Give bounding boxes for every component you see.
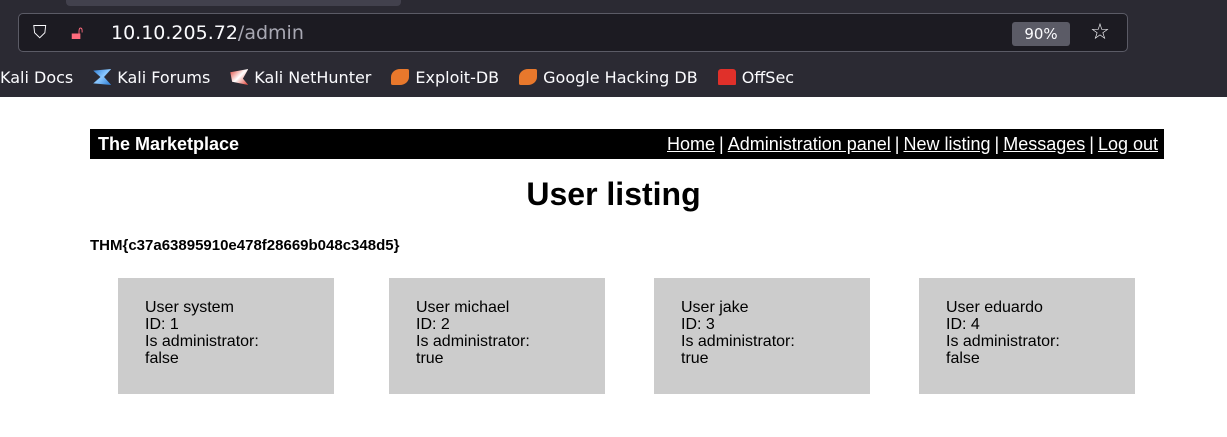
address-bar[interactable]: ⛉ 🔓︎ 10.10.205.72/admin 90% ☆ bbox=[18, 13, 1128, 52]
nav-messages-link[interactable]: Messages bbox=[1003, 134, 1085, 154]
user-id: ID: 2 bbox=[416, 316, 450, 333]
site-title: The Marketplace bbox=[98, 133, 240, 154]
nav-new-listing-link[interactable]: New listing bbox=[903, 134, 990, 154]
user-card: User eduardo ID: 4 Is administrator: fal… bbox=[919, 278, 1135, 394]
nav-logout-link[interactable]: Log out bbox=[1098, 134, 1158, 154]
bookmark-kali-docs[interactable]: Kali Docs bbox=[0, 68, 73, 87]
exploit-db-icon bbox=[391, 69, 410, 85]
site-nav: Home | Administration panel | New listing | Me… bbox=[667, 134, 1158, 155]
shield-icon[interactable]: ⛉ bbox=[33, 22, 53, 44]
flag-text: THM{c37a63895910e478f28669b048c348d5} bbox=[90, 237, 400, 254]
user-admin-label: Is administrator: bbox=[145, 333, 259, 350]
user-card: User jake ID: 3 Is administrator: true bbox=[654, 278, 870, 394]
active-tab[interactable] bbox=[66, 0, 401, 6]
user-name: User michael bbox=[416, 299, 510, 316]
nav-separator: | bbox=[894, 133, 900, 154]
user-admin-value: true bbox=[416, 350, 444, 367]
user-card: User michael ID: 2 Is administrator: tru… bbox=[389, 278, 605, 394]
site-header: The Marketplace Home | Administration pane… bbox=[90, 129, 1164, 159]
nav-admin-link[interactable]: Administration panel bbox=[728, 134, 891, 154]
bookmark-offsec[interactable]: OffSec bbox=[717, 68, 794, 87]
offsec-icon bbox=[717, 69, 736, 85]
bookmark-exploit-db[interactable]: Exploit-DB bbox=[391, 68, 499, 87]
bookmark-star-icon[interactable]: ☆ bbox=[1087, 19, 1113, 47]
url-text[interactable]: 10.10.205.72/admin bbox=[111, 22, 304, 44]
user-name: User eduardo bbox=[946, 299, 1043, 316]
kali-dragon-icon bbox=[93, 69, 112, 85]
nav-separator: | bbox=[994, 133, 1000, 154]
exploit-db-icon bbox=[519, 69, 538, 85]
bookmarks-toolbar: Kali Docs Kali Forums Kali NetHunter Exp… bbox=[0, 62, 1227, 92]
browser-chrome: ⛉ 🔓︎ 10.10.205.72/admin 90% ☆ Kali Docs … bbox=[0, 0, 1227, 97]
nav-separator: | bbox=[1089, 133, 1094, 154]
insecure-lock-icon[interactable]: 🔓︎ bbox=[71, 21, 93, 45]
url-host: 10.10.205.72 bbox=[111, 22, 238, 44]
user-name: User system bbox=[145, 299, 234, 316]
user-id: ID: 4 bbox=[946, 316, 980, 333]
bookmark-google-hacking-db[interactable]: Google Hacking DB bbox=[519, 68, 698, 87]
user-admin-label: Is administrator: bbox=[416, 333, 530, 350]
user-id: ID: 3 bbox=[681, 316, 715, 333]
nethunter-icon bbox=[230, 69, 249, 85]
user-admin-value: false bbox=[946, 350, 980, 367]
user-admin-value: false bbox=[145, 350, 179, 367]
user-admin-label: Is administrator: bbox=[681, 333, 795, 350]
bookmark-kali-nethunter[interactable]: Kali NetHunter bbox=[230, 68, 371, 87]
user-id: ID: 1 bbox=[145, 316, 179, 333]
nav-home-link[interactable]: Home bbox=[667, 134, 715, 154]
user-card: User system ID: 1 Is administrator: fals… bbox=[118, 278, 334, 394]
nav-separator: | bbox=[719, 133, 724, 154]
user-admin-label: Is administrator: bbox=[946, 333, 1060, 350]
user-name: User jake bbox=[681, 299, 749, 316]
url-path: /admin bbox=[237, 22, 304, 44]
page-title: User listing bbox=[526, 176, 701, 212]
user-admin-value: true bbox=[681, 350, 709, 367]
zoom-level-badge[interactable]: 90% bbox=[1012, 22, 1070, 46]
bookmark-kali-forums[interactable]: Kali Forums bbox=[93, 68, 210, 87]
